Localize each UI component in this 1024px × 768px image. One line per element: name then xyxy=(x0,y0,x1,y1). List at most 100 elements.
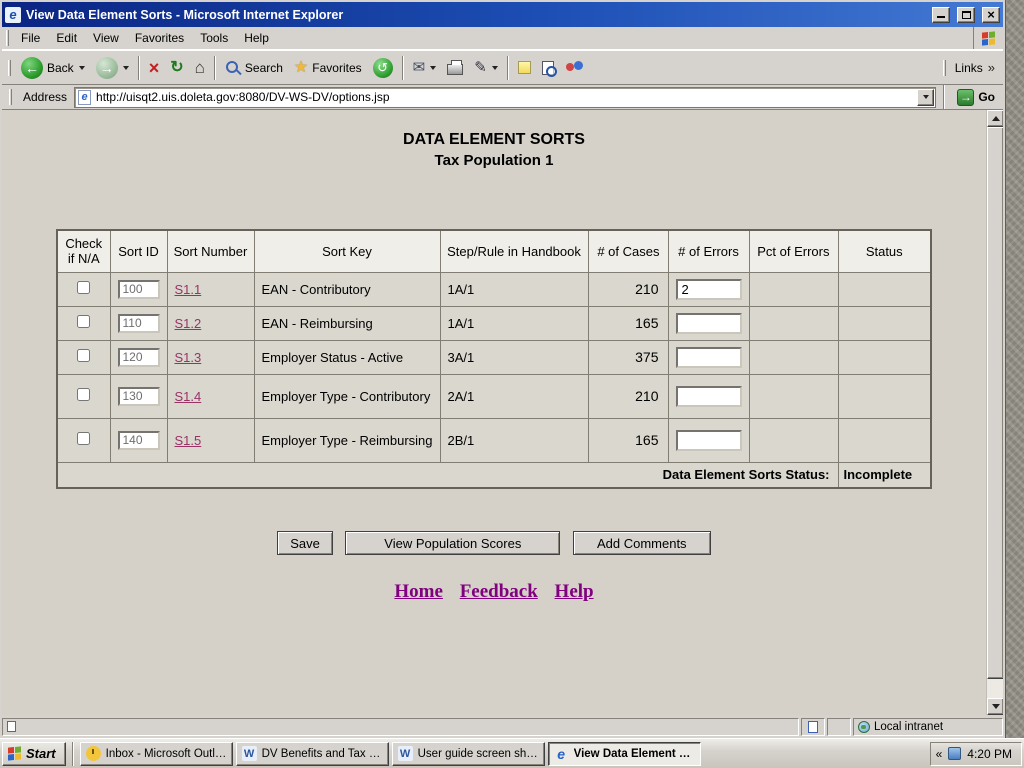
word-icon xyxy=(242,746,257,761)
address-label: Address xyxy=(20,90,70,104)
taskbar-task-word-1[interactable]: DV Benefits and Tax Han... xyxy=(236,742,389,766)
na-checkbox[interactable] xyxy=(77,432,90,445)
taskbar-clock[interactable]: 4:20 PM xyxy=(967,747,1012,761)
errors-input[interactable] xyxy=(676,430,742,451)
research-button[interactable] xyxy=(537,58,559,78)
na-checkbox[interactable] xyxy=(77,349,90,362)
menu-tools[interactable]: Tools xyxy=(192,27,236,49)
taskbar-task-outlook[interactable]: Inbox - Microsoft Outlook xyxy=(80,742,233,766)
na-checkbox[interactable] xyxy=(77,281,90,294)
address-dropdown-button[interactable] xyxy=(917,89,934,106)
print-button[interactable] xyxy=(442,57,468,78)
view-population-scores-button[interactable]: View Population Scores xyxy=(345,531,560,555)
page-subtitle: Tax Population 1 xyxy=(2,152,986,169)
start-button[interactable]: Start xyxy=(2,742,66,766)
errors-cell xyxy=(668,374,749,418)
menu-grab-handle[interactable] xyxy=(6,30,9,46)
address-grab-handle[interactable] xyxy=(9,89,12,105)
history-button[interactable] xyxy=(368,55,398,81)
links-label: Links xyxy=(955,61,983,75)
menu-view[interactable]: View xyxy=(85,27,127,49)
search-button[interactable]: Search xyxy=(220,57,288,79)
edit-icon xyxy=(474,60,487,75)
links-bar[interactable]: Links xyxy=(933,60,1001,76)
chevron-down-icon xyxy=(923,95,929,99)
sort-number-link[interactable]: S1.4 xyxy=(175,389,202,404)
favorites-button[interactable]: Favorites xyxy=(289,57,367,79)
taskbar-task-ie-active[interactable]: View Data Element So... xyxy=(548,742,701,766)
sort-number-link[interactable]: S1.1 xyxy=(175,282,202,297)
status-doc-icon xyxy=(808,721,818,733)
address-url: http://uisqt2.uis.doleta.gov:8080/DV-WS-… xyxy=(96,90,912,104)
go-button[interactable]: Go xyxy=(952,89,1000,106)
address-input[interactable]: e http://uisqt2.uis.doleta.gov:8080/DV-W… xyxy=(74,87,936,108)
discuss-button[interactable] xyxy=(513,58,536,77)
stop-button[interactable] xyxy=(144,56,165,80)
scroll-down-button[interactable] xyxy=(987,698,1003,715)
add-comments-button[interactable]: Add Comments xyxy=(573,531,711,555)
status-page-icon xyxy=(7,721,16,732)
refresh-icon xyxy=(170,60,183,76)
errors-input[interactable] xyxy=(676,279,742,300)
links-grab-handle[interactable] xyxy=(943,60,946,76)
na-checkbox[interactable] xyxy=(77,315,90,328)
na-checkbox[interactable] xyxy=(77,388,90,401)
home-link[interactable]: Home xyxy=(394,581,443,602)
ie-window-icon: e xyxy=(5,7,21,23)
sort-id-input[interactable] xyxy=(118,280,160,299)
sort-number-link[interactable]: S1.5 xyxy=(175,433,202,448)
toolbar-separator xyxy=(507,56,509,80)
mail-button[interactable] xyxy=(408,57,442,78)
messenger-icon xyxy=(565,60,584,75)
errors-input[interactable] xyxy=(676,313,742,334)
scrollbar-thumb[interactable] xyxy=(987,127,1003,679)
back-button[interactable]: Back xyxy=(16,54,90,82)
edit-button[interactable] xyxy=(469,57,503,78)
toolbar-grab-handle[interactable] xyxy=(8,60,11,76)
menu-file[interactable]: File xyxy=(13,27,48,49)
back-dropdown-icon xyxy=(79,66,85,70)
menu-edit[interactable]: Edit xyxy=(48,27,85,49)
forward-button[interactable] xyxy=(91,54,134,82)
start-label: Start xyxy=(26,746,56,761)
stop-icon xyxy=(149,59,160,77)
messenger-button[interactable] xyxy=(560,57,589,78)
minimize-button[interactable] xyxy=(932,7,950,23)
sort-id-input[interactable] xyxy=(118,348,160,367)
arrow-down-icon xyxy=(992,704,1000,709)
maximize-button[interactable] xyxy=(957,7,975,23)
home-button[interactable] xyxy=(190,56,210,79)
sort-number-link[interactable]: S1.3 xyxy=(175,350,202,365)
feedback-link[interactable]: Feedback xyxy=(460,581,538,602)
menu-help[interactable]: Help xyxy=(236,27,277,49)
refresh-button[interactable] xyxy=(165,57,188,79)
col-header-check-na: Check if N/A xyxy=(57,230,110,272)
sort-number-link[interactable]: S1.2 xyxy=(175,316,202,331)
taskbar-task-word-2[interactable]: User guide screen shots ... xyxy=(392,742,545,766)
desktop-wallpaper xyxy=(1006,0,1024,738)
sort-id-input[interactable] xyxy=(118,387,160,406)
maximize-icon xyxy=(962,11,971,19)
save-button[interactable]: Save xyxy=(277,531,333,555)
arrow-up-icon xyxy=(992,116,1000,121)
help-link[interactable]: Help xyxy=(555,581,594,602)
pct-errors-cell xyxy=(749,340,838,374)
errors-input[interactable] xyxy=(676,347,742,368)
cases-cell: 165 xyxy=(588,418,668,462)
errors-input[interactable] xyxy=(676,386,742,407)
sort-id-input[interactable] xyxy=(118,431,160,450)
tray-chevron-button[interactable] xyxy=(936,747,943,761)
sort-id-input[interactable] xyxy=(118,314,160,333)
close-button[interactable] xyxy=(982,7,1000,23)
vertical-scrollbar[interactable] xyxy=(986,110,1003,715)
cases-cell: 165 xyxy=(588,306,668,340)
search-label: Search xyxy=(245,61,283,75)
status-cell xyxy=(838,306,931,340)
title-bar: e View Data Element Sorts - Microsoft In… xyxy=(2,2,1003,27)
cases-cell: 375 xyxy=(588,340,668,374)
table-header-row: Check if N/A Sort ID Sort Number Sort Ke… xyxy=(57,230,931,272)
menu-favorites[interactable]: Favorites xyxy=(127,27,192,49)
tray-status-icon xyxy=(948,747,961,760)
menu-bar: File Edit View Favorites Tools Help xyxy=(2,27,1003,50)
scroll-up-button[interactable] xyxy=(987,110,1003,127)
